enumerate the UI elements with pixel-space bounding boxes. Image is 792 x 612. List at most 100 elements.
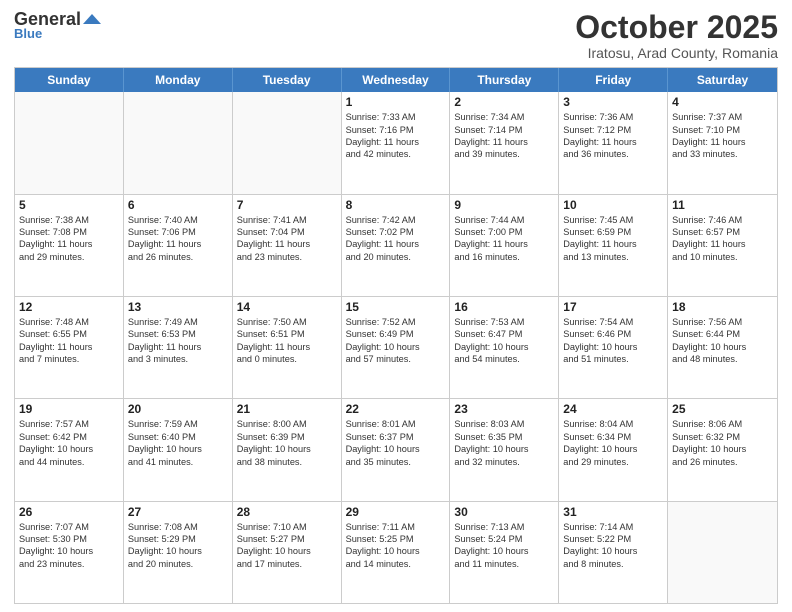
calendar-cell: 22 Sunrise: 8:01 AM Sunset: 6:37 PM Dayli…	[342, 399, 451, 500]
calendar-row: 26Sunrise: 7:07 AM Sunset: 5:30 PM Dayli…	[15, 501, 777, 603]
weekday-header: Friday	[559, 68, 668, 92]
calendar-cell: 10 Sunrise: 7:45 AM Sunset: 6:59 PM Dayli…	[559, 195, 668, 296]
calendar-cell: 19 Sunrise: 7:57 AM Sunset: 6:42 PM Dayli…	[15, 399, 124, 500]
calendar-cell: 18Sunrise: 7:56 AM Sunset: 6:44 PM Dayli…	[668, 297, 777, 398]
day-number: 29	[346, 505, 446, 519]
month-title: October 2025	[575, 10, 778, 45]
cell-info: Sunrise: 7:48 AM Sunset: 6:55 PM Dayligh…	[19, 316, 119, 366]
calendar-cell: 12 Sunrise: 7:48 AM Sunset: 6:55 PM Dayli…	[15, 297, 124, 398]
cell-info: Sunrise: 7:34 AM Sunset: 7:14 PM Dayligh…	[454, 111, 554, 161]
cell-info: Sunrise: 7:38 AM Sunset: 7:08 PM Dayligh…	[19, 214, 119, 264]
calendar-body: 1 Sunrise: 7:33 AM Sunset: 7:16 PM Daylig…	[15, 92, 777, 603]
day-number: 12	[19, 300, 119, 314]
calendar-row: 19 Sunrise: 7:57 AM Sunset: 6:42 PM Dayli…	[15, 398, 777, 500]
cell-info: Sunrise: 8:00 AM Sunset: 6:39 PM Dayligh…	[237, 418, 337, 468]
weekday-header: Thursday	[450, 68, 559, 92]
cell-info: Sunrise: 7:57 AM Sunset: 6:42 PM Dayligh…	[19, 418, 119, 468]
cell-info: Sunrise: 8:04 AM Sunset: 6:34 PM Dayligh…	[563, 418, 663, 468]
calendar-cell: 25Sunrise: 8:06 AM Sunset: 6:32 PM Dayli…	[668, 399, 777, 500]
day-number: 4	[672, 95, 773, 109]
cell-info: Sunrise: 7:33 AM Sunset: 7:16 PM Dayligh…	[346, 111, 446, 161]
cell-info: Sunrise: 7:45 AM Sunset: 6:59 PM Dayligh…	[563, 214, 663, 264]
calendar-cell: 14 Sunrise: 7:50 AM Sunset: 6:51 PM Dayli…	[233, 297, 342, 398]
weekday-header: Sunday	[15, 68, 124, 92]
weekday-header: Saturday	[668, 68, 777, 92]
day-number: 7	[237, 198, 337, 212]
cell-info: Sunrise: 7:54 AM Sunset: 6:46 PM Dayligh…	[563, 316, 663, 366]
calendar: SundayMondayTuesdayWednesdayThursdayFrid…	[14, 67, 778, 604]
calendar-cell	[15, 92, 124, 193]
day-number: 27	[128, 505, 228, 519]
day-number: 14	[237, 300, 337, 314]
cell-info: Sunrise: 7:11 AM Sunset: 5:25 PM Dayligh…	[346, 521, 446, 571]
header-right: October 2025 Iratosu, Arad County, Roman…	[575, 10, 778, 61]
cell-info: Sunrise: 7:14 AM Sunset: 5:22 PM Dayligh…	[563, 521, 663, 571]
day-number: 26	[19, 505, 119, 519]
cell-info: Sunrise: 7:59 AM Sunset: 6:40 PM Dayligh…	[128, 418, 228, 468]
cell-info: Sunrise: 8:06 AM Sunset: 6:32 PM Dayligh…	[672, 418, 773, 468]
logo-icon	[81, 12, 103, 26]
day-number: 8	[346, 198, 446, 212]
calendar-cell: 26Sunrise: 7:07 AM Sunset: 5:30 PM Dayli…	[15, 502, 124, 603]
cell-info: Sunrise: 8:03 AM Sunset: 6:35 PM Dayligh…	[454, 418, 554, 468]
day-number: 10	[563, 198, 663, 212]
cell-info: Sunrise: 7:41 AM Sunset: 7:04 PM Dayligh…	[237, 214, 337, 264]
cell-info: Sunrise: 7:52 AM Sunset: 6:49 PM Dayligh…	[346, 316, 446, 366]
calendar-row: 5 Sunrise: 7:38 AM Sunset: 7:08 PM Daylig…	[15, 194, 777, 296]
day-number: 24	[563, 402, 663, 416]
weekday-header: Wednesday	[342, 68, 451, 92]
main-container: General Blue October 2025 Iratosu, Arad …	[0, 0, 792, 612]
calendar-cell: 24 Sunrise: 8:04 AM Sunset: 6:34 PM Dayli…	[559, 399, 668, 500]
cell-info: Sunrise: 7:13 AM Sunset: 5:24 PM Dayligh…	[454, 521, 554, 571]
day-number: 5	[19, 198, 119, 212]
calendar-cell: 11Sunrise: 7:46 AM Sunset: 6:57 PM Dayli…	[668, 195, 777, 296]
cell-info: Sunrise: 7:50 AM Sunset: 6:51 PM Dayligh…	[237, 316, 337, 366]
day-number: 22	[346, 402, 446, 416]
page-header: General Blue October 2025 Iratosu, Arad …	[14, 10, 778, 61]
calendar-cell: 27 Sunrise: 7:08 AM Sunset: 5:29 PM Dayli…	[124, 502, 233, 603]
location: Iratosu, Arad County, Romania	[575, 45, 778, 61]
day-number: 15	[346, 300, 446, 314]
cell-info: Sunrise: 7:10 AM Sunset: 5:27 PM Dayligh…	[237, 521, 337, 571]
calendar-cell: 2 Sunrise: 7:34 AM Sunset: 7:14 PM Daylig…	[450, 92, 559, 193]
day-number: 13	[128, 300, 228, 314]
day-number: 9	[454, 198, 554, 212]
calendar-cell: 6 Sunrise: 7:40 AM Sunset: 7:06 PM Daylig…	[124, 195, 233, 296]
day-number: 3	[563, 95, 663, 109]
calendar-cell	[668, 502, 777, 603]
calendar-cell: 28 Sunrise: 7:10 AM Sunset: 5:27 PM Dayli…	[233, 502, 342, 603]
logo: General Blue	[14, 10, 103, 41]
calendar-row: 1 Sunrise: 7:33 AM Sunset: 7:16 PM Daylig…	[15, 92, 777, 193]
calendar-cell: 17 Sunrise: 7:54 AM Sunset: 6:46 PM Dayli…	[559, 297, 668, 398]
cell-info: Sunrise: 7:08 AM Sunset: 5:29 PM Dayligh…	[128, 521, 228, 571]
day-number: 6	[128, 198, 228, 212]
calendar-cell	[233, 92, 342, 193]
calendar-cell: 29 Sunrise: 7:11 AM Sunset: 5:25 PM Dayli…	[342, 502, 451, 603]
day-number: 31	[563, 505, 663, 519]
calendar-cell: 7 Sunrise: 7:41 AM Sunset: 7:04 PM Daylig…	[233, 195, 342, 296]
day-number: 2	[454, 95, 554, 109]
day-number: 28	[237, 505, 337, 519]
calendar-cell: 5 Sunrise: 7:38 AM Sunset: 7:08 PM Daylig…	[15, 195, 124, 296]
day-number: 17	[563, 300, 663, 314]
day-number: 30	[454, 505, 554, 519]
calendar-cell: 13Sunrise: 7:49 AM Sunset: 6:53 PM Dayli…	[124, 297, 233, 398]
calendar-cell: 3Sunrise: 7:36 AM Sunset: 7:12 PM Daylig…	[559, 92, 668, 193]
logo-blue: Blue	[14, 26, 42, 41]
calendar-cell: 15 Sunrise: 7:52 AM Sunset: 6:49 PM Dayli…	[342, 297, 451, 398]
cell-info: Sunrise: 7:40 AM Sunset: 7:06 PM Dayligh…	[128, 214, 228, 264]
weekday-header: Monday	[124, 68, 233, 92]
calendar-cell: 4 Sunrise: 7:37 AM Sunset: 7:10 PM Daylig…	[668, 92, 777, 193]
day-number: 19	[19, 402, 119, 416]
cell-info: Sunrise: 7:37 AM Sunset: 7:10 PM Dayligh…	[672, 111, 773, 161]
day-number: 20	[128, 402, 228, 416]
cell-info: Sunrise: 8:01 AM Sunset: 6:37 PM Dayligh…	[346, 418, 446, 468]
cell-info: Sunrise: 7:42 AM Sunset: 7:02 PM Dayligh…	[346, 214, 446, 264]
day-number: 16	[454, 300, 554, 314]
day-number: 1	[346, 95, 446, 109]
calendar-cell: 16Sunrise: 7:53 AM Sunset: 6:47 PM Dayli…	[450, 297, 559, 398]
calendar-row: 12 Sunrise: 7:48 AM Sunset: 6:55 PM Dayli…	[15, 296, 777, 398]
cell-info: Sunrise: 7:44 AM Sunset: 7:00 PM Dayligh…	[454, 214, 554, 264]
calendar-header: SundayMondayTuesdayWednesdayThursdayFrid…	[15, 68, 777, 92]
weekday-header: Tuesday	[233, 68, 342, 92]
